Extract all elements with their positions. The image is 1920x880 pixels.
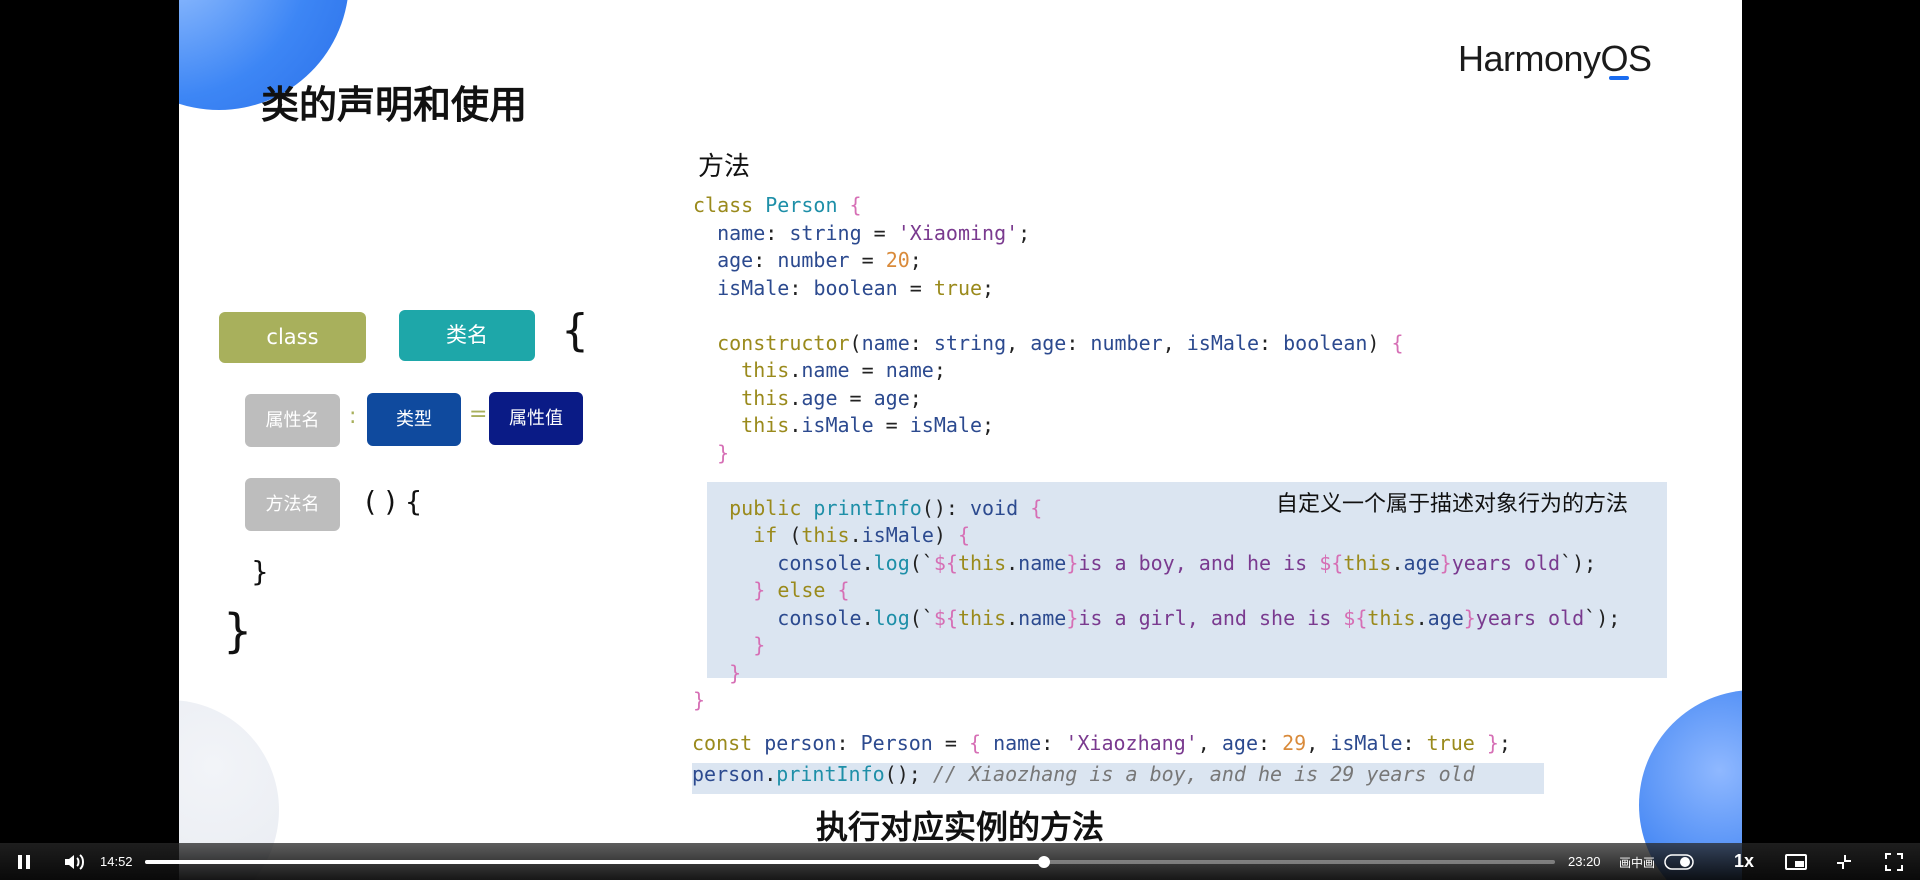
code-block: class Person { name: string = 'Xiaoming'… xyxy=(693,192,1620,715)
code-line: public printInfo(): void { xyxy=(729,495,1043,520)
pause-icon xyxy=(18,855,30,869)
open-brace: { xyxy=(561,305,589,356)
player-control-bar: 14:52 23:20 画中画 1x xyxy=(0,843,1920,880)
class-keyword-pill: class xyxy=(219,312,366,363)
code-line: console.log(`${this.name}is a boy, and h… xyxy=(777,550,1597,575)
exit-fullscreen-button[interactable] xyxy=(1834,852,1854,872)
progress-handle[interactable] xyxy=(1037,856,1050,868)
usage-code-line: const person: Person = { name: 'Xiaozhan… xyxy=(692,731,1511,755)
volume-icon xyxy=(65,854,84,870)
code-line: this.name = name; xyxy=(741,358,946,382)
code-line: class Person { xyxy=(693,193,862,217)
colon-separator: : xyxy=(349,404,357,429)
total-time: 23:20 xyxy=(1568,854,1601,869)
pause-button[interactable] xyxy=(14,852,34,872)
pip-label: 画中画 xyxy=(1619,856,1656,870)
code-line: constructor(name: string, age: number, i… xyxy=(717,330,1404,355)
section-label: 方法 xyxy=(698,152,751,182)
exit-fullscreen-icon xyxy=(1837,855,1851,869)
code-line: this.age = age; xyxy=(741,385,922,410)
code-line: this.isMale = isMale; xyxy=(741,413,995,437)
code-line: } xyxy=(729,660,742,685)
speed-button[interactable]: 1x xyxy=(1734,851,1754,872)
miniplayer-icon xyxy=(1785,854,1807,870)
class-close-brace: } xyxy=(223,604,253,658)
code-line: age: number = 20; xyxy=(717,248,922,272)
code-line: } else { xyxy=(753,578,850,602)
class-name-pill: 类名 xyxy=(399,310,535,361)
video-player[interactable]: 类的声明和使用 HarmonyOS class 类名 { 属性名 : 类型 = … xyxy=(0,0,1920,880)
progress-fill xyxy=(145,860,1044,864)
fullscreen-icon xyxy=(1885,853,1903,871)
code-line: console.log(`${this.name}is a girl, and … xyxy=(777,605,1621,630)
slide-frame: 类的声明和使用 HarmonyOS class 类名 { 属性名 : 类型 = … xyxy=(179,0,1742,880)
type-pill: 类型 xyxy=(367,393,461,446)
usage-code-line: person.printInfo(); // Xiaozhang is a bo… xyxy=(692,762,1475,786)
code-line: } xyxy=(753,633,766,657)
code-line: } xyxy=(717,440,730,465)
code-line: isMale: boolean = true; xyxy=(717,275,995,300)
toggle-icon xyxy=(1664,854,1694,870)
progress-bar[interactable] xyxy=(145,856,1555,868)
video-subtitle: 执行对应实例的方法 xyxy=(815,808,1104,846)
miniplayer-button[interactable] xyxy=(1784,852,1808,872)
method-name-pill: 方法名 xyxy=(245,478,340,531)
method-parens: ( ) { xyxy=(365,485,423,518)
equals-separator: = xyxy=(469,402,488,427)
code-line: if (this.isMale) { xyxy=(753,523,970,547)
logo-accent xyxy=(1609,76,1629,80)
volume-button[interactable] xyxy=(62,851,86,873)
property-name-pill: 属性名 xyxy=(245,394,340,447)
harmonyos-logo: HarmonyOS xyxy=(1458,38,1652,79)
pip-toggle[interactable] xyxy=(1664,854,1694,870)
property-value-pill: 属性值 xyxy=(489,392,583,445)
fullscreen-button[interactable] xyxy=(1884,852,1904,872)
method-close-brace: } xyxy=(251,555,269,588)
code-line: name: string = 'Xiaoming'; xyxy=(717,220,1031,245)
current-time: 14:52 xyxy=(100,854,133,869)
usage-code-block: const person: Person = { name: 'Xiaozhan… xyxy=(692,728,1511,790)
code-line: } xyxy=(693,688,706,712)
slide-title: 类的声明和使用 xyxy=(261,83,528,127)
